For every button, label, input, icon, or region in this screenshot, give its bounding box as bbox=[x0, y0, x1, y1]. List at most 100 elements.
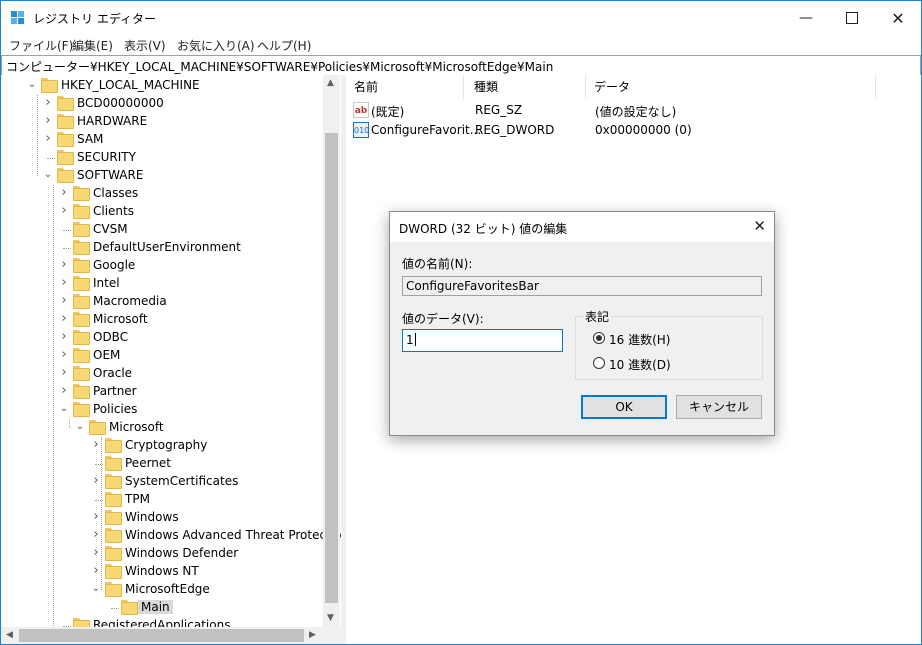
chevron-right-icon[interactable]: › bbox=[91, 438, 101, 451]
tree-item[interactable]: DefaultUserEnvironment bbox=[1, 239, 341, 257]
chevron-right-icon[interactable]: › bbox=[59, 366, 69, 379]
tree-guide-line bbox=[69, 419, 70, 428]
tree-item[interactable]: TPM bbox=[1, 491, 341, 509]
folder-icon bbox=[73, 330, 90, 345]
chevron-down-icon[interactable]: ⌄ bbox=[43, 170, 53, 180]
chevron-right-icon[interactable]: › bbox=[59, 186, 69, 199]
dec-radio-label[interactable]: 10 進数(D) bbox=[609, 356, 671, 373]
close-button[interactable]: ✕ bbox=[875, 1, 921, 35]
chevron-right-icon[interactable]: › bbox=[59, 330, 69, 343]
tree-item[interactable]: › HARDWARE bbox=[1, 113, 341, 131]
menu-edit[interactable]: 編集(E) bbox=[72, 37, 113, 54]
chevron-right-icon[interactable]: › bbox=[59, 348, 69, 361]
folder-icon bbox=[57, 114, 74, 129]
folder-icon bbox=[105, 546, 122, 561]
tree-item-label: CVSM bbox=[93, 222, 128, 236]
chevron-down-icon[interactable]: ⌄ bbox=[59, 404, 69, 414]
chevron-down-icon[interactable]: ⌄ bbox=[27, 80, 37, 90]
chevron-right-icon[interactable]: › bbox=[43, 114, 53, 127]
chevron-right-icon[interactable]: › bbox=[43, 96, 53, 109]
folder-icon bbox=[105, 438, 122, 453]
tree-item[interactable]: SECURITY bbox=[1, 149, 341, 167]
registry-tree: ⌄ HKEY_LOCAL_MACHINE › BCD00000000 › HARDWARE… bbox=[1, 75, 341, 644]
dec-radio[interactable] bbox=[593, 357, 605, 369]
chevron-down-icon[interactable]: ⌄ bbox=[91, 584, 101, 594]
tree-item[interactable]: › Windows Defender bbox=[1, 545, 341, 563]
dialog-title-bar[interactable]: DWORD (32 ビット) 値の編集 ✕ bbox=[390, 212, 774, 242]
tree-item[interactable]: Main bbox=[1, 599, 341, 617]
chevron-right-icon[interactable]: › bbox=[91, 546, 101, 559]
tree-item[interactable]: › Google bbox=[1, 257, 341, 275]
tree-item[interactable]: › ODBC bbox=[1, 329, 341, 347]
tree-vertical-scrollbar[interactable]: ▲ ▼ bbox=[323, 75, 340, 627]
dialog-close-icon[interactable]: ✕ bbox=[753, 217, 766, 235]
menu-file[interactable]: ファイル(F) bbox=[9, 37, 73, 54]
tree-item[interactable]: › Microsoft bbox=[1, 311, 341, 329]
tree-item[interactable]: ⌄ Microsoft bbox=[1, 419, 341, 437]
title-bar[interactable]: レジストリ エディター — ✕ bbox=[1, 1, 921, 35]
ok-button[interactable]: OK bbox=[581, 395, 667, 419]
tree-guide-line bbox=[53, 185, 54, 626]
tree-item[interactable]: › Partner bbox=[1, 383, 341, 401]
tree-item[interactable]: › Oracle bbox=[1, 365, 341, 383]
tree-item[interactable]: › Windows NT bbox=[1, 563, 341, 581]
tree-vertical-scroll-thumb[interactable] bbox=[325, 133, 338, 603]
tree-item[interactable]: ⌄ SOFTWARE bbox=[1, 167, 341, 185]
chevron-right-icon[interactable]: › bbox=[91, 474, 101, 487]
value-data-text: 1 bbox=[406, 333, 414, 347]
hex-radio-label[interactable]: 16 進数(H) bbox=[609, 331, 670, 348]
folder-icon bbox=[73, 258, 90, 273]
tree-item[interactable]: ⌄ Policies bbox=[1, 401, 341, 419]
list-item[interactable]: 010 ConfigureFavorit... REG_DWORD 0x0000… bbox=[346, 120, 921, 140]
chevron-down-icon[interactable]: ⌄ bbox=[75, 422, 85, 432]
chevron-right-icon[interactable]: › bbox=[59, 294, 69, 307]
hex-radio[interactable] bbox=[593, 332, 605, 344]
tree-item[interactable]: ⌄ HKEY_LOCAL_MACHINE bbox=[1, 77, 341, 95]
menu-favorites[interactable]: お気に入り(A) bbox=[177, 37, 255, 54]
chevron-right-icon[interactable]: › bbox=[43, 132, 53, 145]
column-header-data[interactable]: データ bbox=[586, 75, 876, 99]
scroll-left-icon[interactable]: ◀ bbox=[6, 630, 13, 640]
tree-item[interactable]: › SAM bbox=[1, 131, 341, 149]
maximize-button[interactable] bbox=[829, 1, 875, 35]
scroll-up-icon[interactable]: ▲ bbox=[327, 78, 334, 88]
minimize-button[interactable]: — bbox=[783, 1, 829, 35]
chevron-right-icon[interactable]: › bbox=[91, 564, 101, 577]
menu-view[interactable]: 表示(V) bbox=[124, 37, 166, 54]
tree-item[interactable]: › Cryptography bbox=[1, 437, 341, 455]
column-header-name[interactable]: 名前 bbox=[346, 75, 464, 99]
list-item[interactable]: ab (既定) REG_SZ (値の設定なし) bbox=[346, 100, 921, 120]
tree-item[interactable]: › Classes bbox=[1, 185, 341, 203]
cancel-button[interactable]: キャンセル bbox=[676, 395, 762, 419]
tree-item[interactable]: › BCD00000000 bbox=[1, 95, 341, 113]
scroll-right-icon[interactable]: ▶ bbox=[309, 630, 316, 640]
tree-item[interactable]: › Windows bbox=[1, 509, 341, 527]
chevron-right-icon[interactable]: › bbox=[59, 276, 69, 289]
tree-item[interactable]: CVSM bbox=[1, 221, 341, 239]
value-data-input[interactable]: 1 bbox=[402, 329, 563, 352]
tree-item[interactable]: › Clients bbox=[1, 203, 341, 221]
chevron-right-icon[interactable]: › bbox=[59, 258, 69, 271]
chevron-right-icon[interactable]: › bbox=[59, 312, 69, 325]
chevron-right-icon[interactable]: › bbox=[59, 204, 69, 217]
folder-icon bbox=[73, 366, 90, 381]
address-bar[interactable]: コンピューター¥HKEY_LOCAL_MACHINE¥SOFTWARE¥Poli… bbox=[1, 55, 921, 76]
tree-item[interactable]: › Windows Advanced Threat Protection bbox=[1, 527, 341, 545]
tree-item[interactable]: Peernet bbox=[1, 455, 341, 473]
tree-item[interactable]: ⌄ MicrosoftEdge bbox=[1, 581, 341, 599]
column-header-type[interactable]: 種類 bbox=[466, 75, 586, 99]
value-name: (既定) bbox=[371, 105, 405, 119]
folder-icon bbox=[105, 474, 122, 489]
chevron-right-icon[interactable]: › bbox=[91, 510, 101, 523]
menu-help[interactable]: ヘルプ(H) bbox=[257, 37, 311, 54]
tree-item[interactable]: › Macromedia bbox=[1, 293, 341, 311]
tree-horizontal-scrollbar[interactable]: ◀ ▶ bbox=[1, 627, 323, 644]
folder-icon bbox=[73, 186, 90, 201]
tree-item[interactable]: › Intel bbox=[1, 275, 341, 293]
tree-item[interactable]: › OEM bbox=[1, 347, 341, 365]
tree-horizontal-scroll-thumb[interactable] bbox=[19, 629, 304, 642]
scroll-down-icon[interactable]: ▼ bbox=[327, 613, 334, 623]
chevron-right-icon[interactable]: › bbox=[59, 384, 69, 397]
chevron-right-icon[interactable]: › bbox=[91, 528, 101, 541]
tree-item[interactable]: › SystemCertificates bbox=[1, 473, 341, 491]
